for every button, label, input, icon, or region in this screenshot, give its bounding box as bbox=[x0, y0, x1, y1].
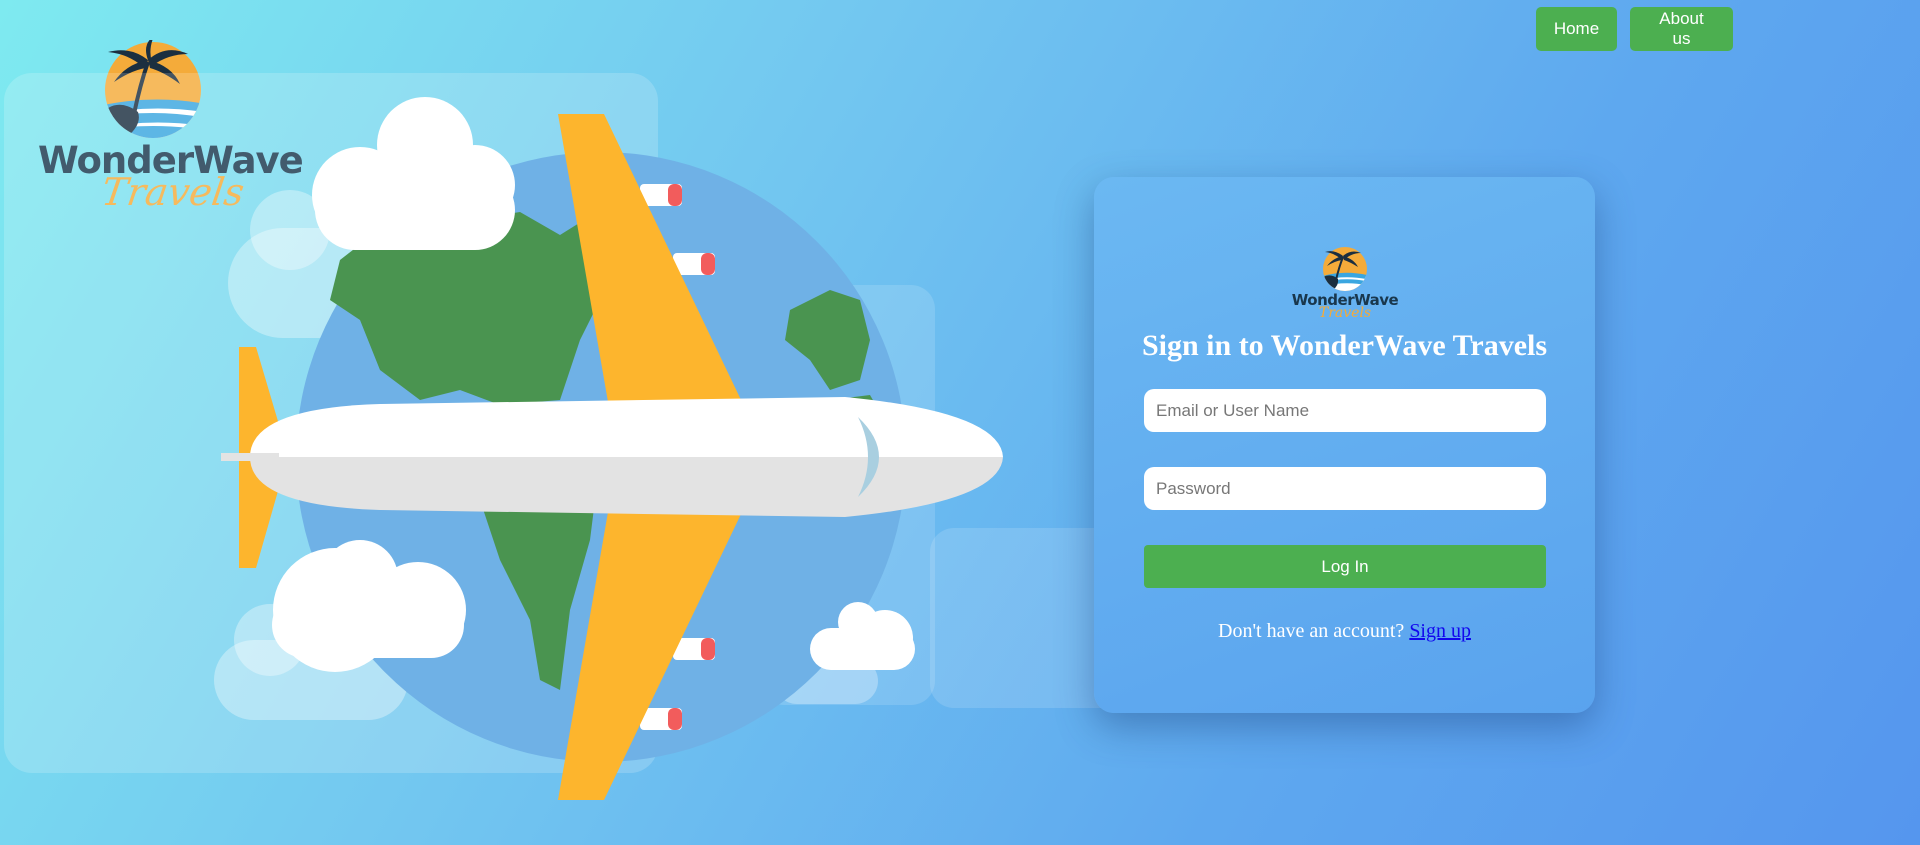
about-us-button[interactable]: About us bbox=[1630, 7, 1733, 51]
signup-prompt: Don't have an account? Sign up bbox=[1094, 620, 1595, 643]
home-button[interactable]: Home bbox=[1536, 7, 1617, 51]
login-card: WonderWave Travels Sign in to WonderWave… bbox=[1094, 177, 1595, 713]
login-title: Sign in to WonderWave Travels bbox=[1141, 329, 1548, 362]
email-username-input[interactable] bbox=[1144, 389, 1546, 432]
card-logo: WonderWave Travels bbox=[1289, 247, 1401, 327]
log-in-button[interactable]: Log In bbox=[1144, 545, 1546, 588]
signup-prompt-text: Don't have an account? bbox=[1218, 620, 1405, 642]
card-logo-tagline-text: Travels bbox=[1318, 305, 1372, 321]
airplane-fuselage bbox=[250, 397, 1003, 457]
palm-sun-emblem-icon bbox=[1323, 247, 1367, 291]
globe-airplane-illustration bbox=[4, 73, 1128, 800]
password-input[interactable] bbox=[1144, 467, 1546, 510]
sign-up-link[interactable]: Sign up bbox=[1409, 620, 1471, 642]
top-nav: Home About us bbox=[1536, 7, 1733, 51]
